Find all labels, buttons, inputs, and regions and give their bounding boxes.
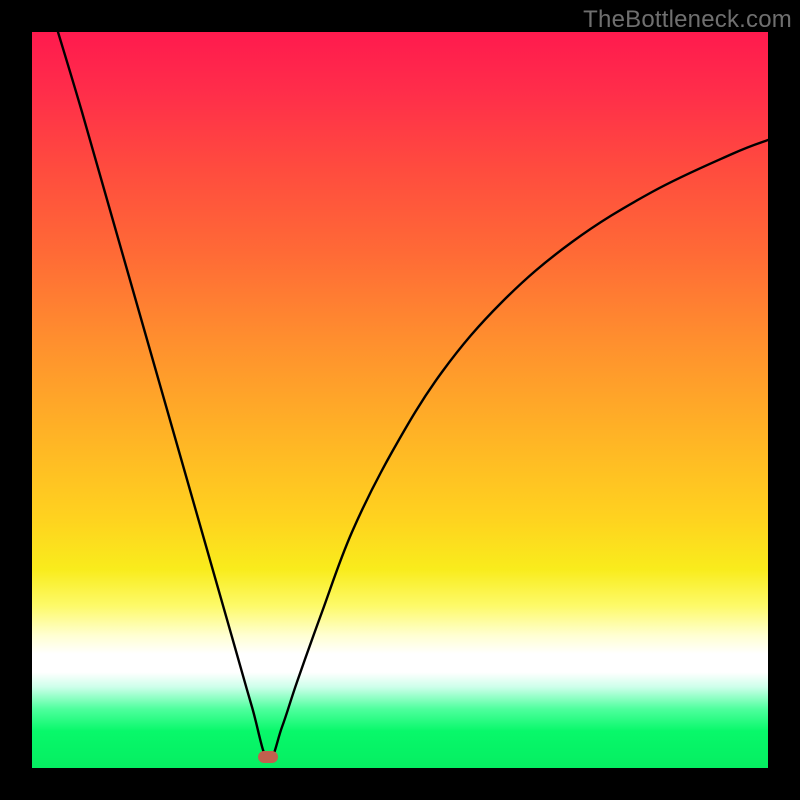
watermark-text: TheBottleneck.com: [583, 6, 792, 34]
bottleneck-curve: [32, 32, 768, 768]
optimal-point-marker: [258, 751, 278, 763]
chart-frame: TheBottleneck.com: [0, 0, 800, 800]
plot-area: [32, 32, 768, 768]
